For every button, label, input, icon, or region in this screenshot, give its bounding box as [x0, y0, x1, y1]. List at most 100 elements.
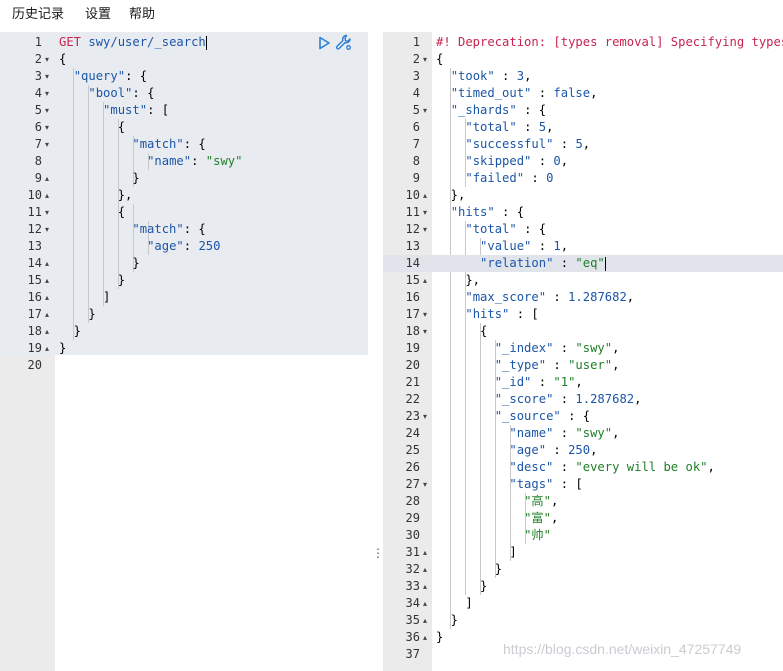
fold-arrow-down-icon[interactable]: ▾	[45, 68, 49, 85]
code-text: {	[59, 204, 125, 221]
fold-arrow-up-icon[interactable]: ▴	[45, 255, 49, 272]
code-token: "failed"	[465, 171, 525, 185]
code-text: "age": 250	[59, 238, 220, 255]
code-token: },	[436, 273, 481, 287]
fold-arrow-down-icon[interactable]: ▾	[423, 102, 427, 119]
line-number: 10	[27, 188, 42, 202]
fold-arrow-up-icon[interactable]: ▴	[45, 340, 49, 357]
request-editor[interactable]: 1 GET swy/user/_search 2 ▾{3 ▾ "query": {4 ▾ …	[0, 32, 368, 671]
menu-history[interactable]: 历史记录	[12, 6, 64, 24]
fold-arrow-down-icon[interactable]: ▾	[45, 85, 49, 102]
line-number: 3	[412, 69, 420, 83]
fold-arrow-up-icon[interactable]: ▴	[423, 272, 427, 289]
code-text: }	[59, 272, 125, 289]
fold-arrow-up-icon[interactable]: ▴	[45, 170, 49, 187]
response-line: 34 ▴ ]	[383, 595, 783, 612]
code-token: }	[59, 256, 140, 270]
code-token: ,	[634, 392, 642, 406]
fold-arrow-up-icon[interactable]: ▴	[45, 272, 49, 289]
fold-arrow-down-icon[interactable]: ▾	[423, 408, 427, 425]
line-number: 28	[405, 494, 420, 508]
code-token: :	[516, 120, 539, 134]
code-token: :	[524, 171, 547, 185]
fold-arrow-up-icon[interactable]: ▴	[423, 612, 427, 629]
fold-arrow-down-icon[interactable]: ▾	[423, 306, 427, 323]
fold-arrow-down-icon[interactable]: ▾	[423, 221, 427, 238]
code-text: "relation" : "eq"	[436, 255, 606, 272]
pane-splitter[interactable]: ⋮	[368, 32, 384, 671]
code-text: "_type" : "user",	[436, 357, 620, 374]
code-token: },	[436, 188, 466, 202]
code-token: "1"	[553, 375, 576, 389]
response-line: 9 "failed" : 0	[383, 170, 783, 187]
fold-arrow-up-icon[interactable]: ▴	[423, 629, 427, 646]
response-line: 17 ▾ "hits" : [	[383, 306, 783, 323]
fold-arrow-up-icon[interactable]: ▴	[45, 323, 49, 340]
code-token: :	[546, 290, 569, 304]
menu-help[interactable]: 帮助	[129, 6, 155, 24]
fold-arrow-down-icon[interactable]: ▾	[45, 51, 49, 68]
code-token: :	[191, 154, 206, 168]
fold-arrow-down-icon[interactable]: ▾	[423, 204, 427, 221]
code-token: "desc"	[509, 460, 554, 474]
line-number: 17	[27, 307, 42, 321]
wrench-icon[interactable]	[335, 34, 352, 55]
response-viewer[interactable]: 1 #! Deprecation: [types removal] Specify…	[383, 32, 783, 671]
fold-arrow-down-icon[interactable]: ▾	[45, 119, 49, 136]
code-token: "name"	[147, 154, 192, 168]
line-number: 14	[405, 256, 420, 270]
line-number: 13	[27, 239, 42, 253]
fold-arrow-down-icon[interactable]: ▾	[45, 102, 49, 119]
response-line: 32 ▴ }	[383, 561, 783, 578]
code-token: :	[553, 137, 576, 151]
code-token: 0	[546, 171, 554, 185]
fold-arrow-down-icon[interactable]: ▾	[45, 136, 49, 153]
fold-arrow-up-icon[interactable]: ▴	[423, 187, 427, 204]
code-text: "successful" : 5,	[436, 136, 590, 153]
code-text: "富",	[436, 510, 558, 527]
line-number: 23	[405, 409, 420, 423]
code-text: "_id" : "1",	[436, 374, 583, 391]
menu-settings[interactable]: 设置	[85, 6, 111, 24]
code-token: :	[553, 256, 576, 270]
response-line: 1 #! Deprecation: [types removal] Specify…	[383, 34, 783, 51]
play-icon[interactable]	[317, 35, 331, 54]
code-text: }	[436, 612, 458, 629]
code-token: "swy"	[575, 426, 613, 440]
code-text: "_score" : 1.287682,	[436, 391, 642, 408]
code-text: "query": {	[59, 68, 147, 85]
fold-arrow-up-icon[interactable]: ▴	[45, 289, 49, 306]
fold-arrow-down-icon[interactable]: ▾	[423, 323, 427, 340]
fold-arrow-up-icon[interactable]: ▴	[423, 595, 427, 612]
fold-arrow-up-icon[interactable]: ▴	[45, 306, 49, 323]
code-token: :	[553, 341, 576, 355]
code-text: }	[59, 306, 95, 323]
fold-arrow-up-icon[interactable]: ▴	[45, 187, 49, 204]
line-number: 19	[405, 341, 420, 355]
code-text: "hits" : [	[436, 306, 538, 323]
fold-arrow-up-icon[interactable]: ▴	[423, 561, 427, 578]
fold-arrow-down-icon[interactable]: ▾	[423, 476, 427, 493]
code-token: : {	[183, 137, 206, 151]
code-text: }	[436, 578, 487, 595]
code-token: }	[436, 613, 459, 627]
fold-arrow-up-icon[interactable]: ▴	[423, 578, 427, 595]
code-token: ,	[612, 341, 620, 355]
code-text: "name": "swy"	[59, 153, 242, 170]
fold-arrow-down-icon[interactable]: ▾	[45, 221, 49, 238]
code-token: "total"	[465, 222, 517, 236]
code-token: :	[553, 392, 576, 406]
line-number: 2	[34, 52, 42, 66]
code-token: : {	[132, 86, 155, 100]
line-number: 27	[405, 477, 420, 491]
fold-arrow-down-icon[interactable]: ▾	[423, 51, 427, 68]
fold-arrow-up-icon[interactable]: ▴	[423, 544, 427, 561]
fold-arrow-down-icon[interactable]: ▾	[45, 204, 49, 221]
code-token: : {	[494, 205, 525, 219]
